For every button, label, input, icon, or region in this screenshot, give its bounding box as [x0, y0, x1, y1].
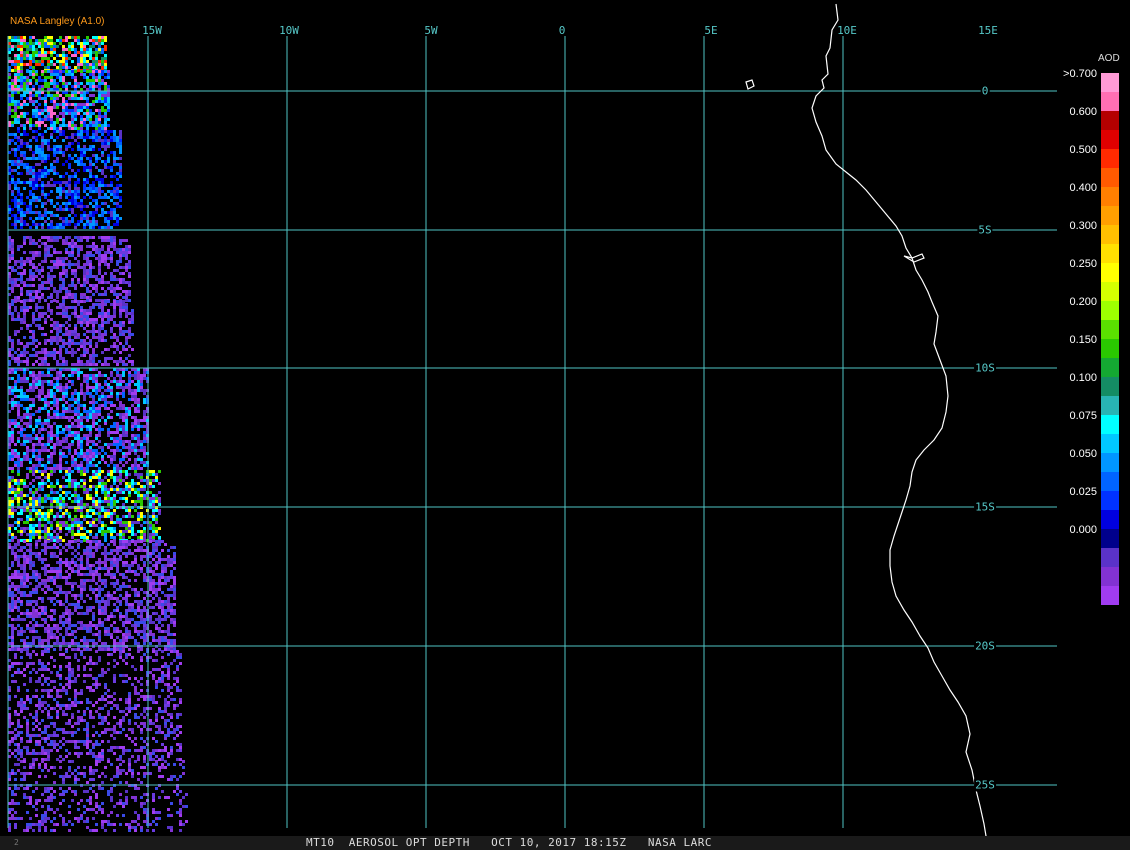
legend-swatch — [1101, 206, 1119, 225]
legend-swatch — [1101, 263, 1119, 282]
lon-label-0: 0 — [558, 24, 566, 37]
legend-swatch — [1101, 187, 1119, 206]
legend-swatch — [1101, 130, 1119, 149]
legend-label: >0.700 — [1063, 68, 1097, 80]
legend-label: 0.025 — [1069, 486, 1097, 498]
legend-swatch — [1101, 339, 1119, 358]
legend-swatch — [1101, 472, 1119, 491]
legend-swatch — [1101, 396, 1119, 415]
legend-label: 0.250 — [1069, 258, 1097, 270]
legend-swatch — [1101, 567, 1119, 586]
legend-label: 0.300 — [1069, 220, 1097, 232]
legend-label: 0.400 — [1069, 182, 1097, 194]
coastline — [745, 3, 989, 849]
credit-label: NASA Langley (A1.0) — [10, 16, 105, 27]
lat-label-0: 0 — [980, 84, 990, 98]
lon-label-10e: 10E — [837, 24, 857, 37]
lat-label-20s: 20S — [974, 639, 996, 653]
legend-swatch — [1101, 301, 1119, 320]
legend-swatch — [1101, 453, 1119, 472]
lat-label-15s: 15S — [974, 500, 996, 514]
legend-swatch — [1101, 320, 1119, 339]
lon-label-10w: 10W — [279, 24, 299, 37]
lon-label-15e: 15E — [978, 24, 998, 37]
footer-caption: MT10 AEROSOL OPT DEPTH OCT 10, 2017 18:1… — [306, 836, 712, 849]
legend-swatch — [1101, 434, 1119, 453]
legend-swatch — [1101, 73, 1119, 92]
legend-swatch — [1101, 529, 1119, 548]
legend-swatch — [1101, 92, 1119, 111]
aod-map — [7, 3, 1057, 849]
legend-label: 0.600 — [1069, 106, 1097, 118]
legend-label: 0.075 — [1069, 410, 1097, 422]
legend-label: 0.500 — [1069, 144, 1097, 156]
legend-swatch — [1101, 282, 1119, 301]
legend-swatch — [1101, 548, 1119, 567]
legend-swatch — [1101, 225, 1119, 244]
legend-swatch — [1101, 358, 1119, 377]
legend-swatch — [1101, 149, 1119, 168]
legend-color-bar — [1101, 73, 1119, 605]
legend-label: 0.200 — [1069, 296, 1097, 308]
legend-label: 0.100 — [1069, 372, 1097, 384]
legend-label: 0.000 — [1069, 524, 1097, 536]
corner-mark: 2 — [14, 838, 19, 847]
legend-swatch — [1101, 510, 1119, 529]
lon-label-15w: 15W — [142, 24, 162, 37]
lat-label-10s: 10S — [974, 361, 996, 375]
legend-swatch — [1101, 111, 1119, 130]
legend-swatch — [1101, 491, 1119, 510]
legend-swatch — [1101, 415, 1119, 434]
lat-label-25s: 25S — [974, 778, 996, 792]
lat-label-5s: 5S — [977, 223, 993, 237]
lon-label-5e: 5E — [704, 24, 718, 37]
legend-swatch — [1101, 377, 1119, 396]
legend-swatch — [1101, 244, 1119, 263]
legend-title: AOD — [1098, 53, 1120, 64]
aerosol-swath-data — [8, 36, 188, 832]
legend-label: 0.150 — [1069, 334, 1097, 346]
legend-swatch — [1101, 168, 1119, 187]
lon-label-5w: 5W — [424, 24, 438, 37]
legend-swatch — [1101, 586, 1119, 605]
legend-label: 0.050 — [1069, 448, 1097, 460]
